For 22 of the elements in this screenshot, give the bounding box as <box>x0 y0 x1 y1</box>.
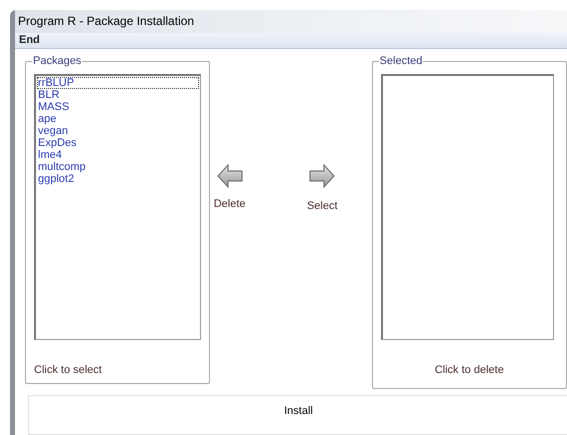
package-item[interactable]: rrBLUP <box>37 77 199 89</box>
package-item[interactable]: ape <box>37 113 199 125</box>
package-item[interactable]: BLR <box>37 89 199 101</box>
package-item[interactable]: MASS <box>37 101 199 113</box>
action-label[interactable]: Select <box>306 200 338 212</box>
package-item[interactable]: ggplot2 <box>37 173 199 185</box>
hint-text: Click to delete <box>434 364 504 376</box>
left-arrow-icon[interactable] <box>216 162 243 190</box>
menu-item[interactable]: End <box>19 34 40 46</box>
action-label[interactable]: Delete <box>214 198 246 210</box>
package-item[interactable]: ExpDes <box>37 137 199 149</box>
package-item[interactable]: vegan <box>37 125 199 137</box>
install-button[interactable]: Install <box>28 395 567 435</box>
hint-text: Click to select <box>34 364 102 376</box>
window-title: Program R - Package Installation <box>18 14 194 28</box>
packages-list[interactable]: rrBLUP BLR MASS ape vegan ExpDes lme4 multcomp ggplot2 <box>34 74 201 340</box>
selected-list[interactable] <box>380 74 554 340</box>
right-arrow-icon[interactable] <box>309 162 336 190</box>
package-item[interactable]: multcomp <box>37 161 199 173</box>
panel-legend: Selected <box>378 55 424 67</box>
package-item[interactable]: lme4 <box>37 149 199 161</box>
panel-legend: Packages <box>32 55 82 67</box>
